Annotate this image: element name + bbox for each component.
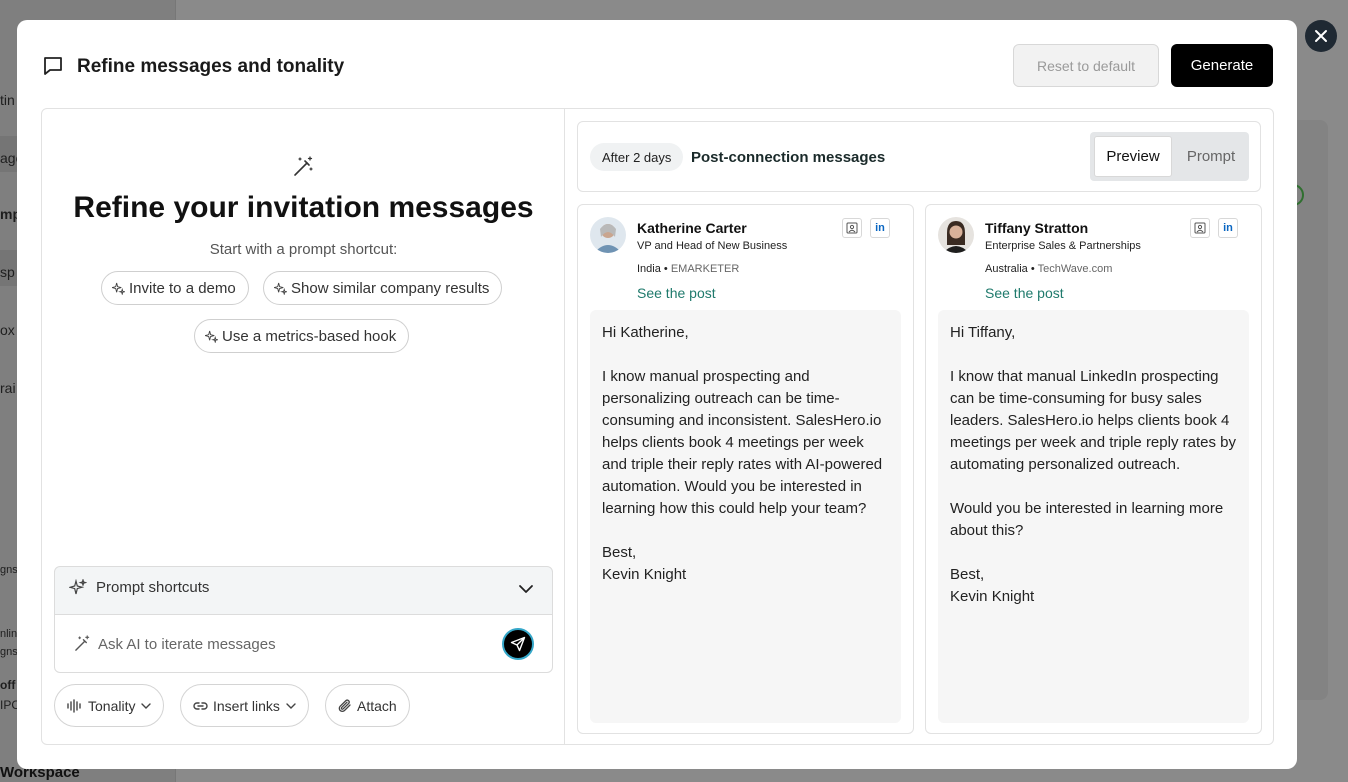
sidebar-fragment: gns xyxy=(0,564,18,576)
separator-dot: • xyxy=(663,263,668,275)
chat-bubble-icon xyxy=(44,57,62,75)
prospect-location: Australia • TechWave.com xyxy=(985,263,1112,275)
sparkle-icon xyxy=(69,579,87,595)
generate-button[interactable]: Generate xyxy=(1171,44,1273,87)
shortcut-chip-invite-demo[interactable]: Invite to a demo xyxy=(101,271,249,305)
reset-to-default-button[interactable]: Reset to default xyxy=(1013,44,1159,87)
prospect-country: India xyxy=(637,263,661,275)
magic-wand-icon xyxy=(294,156,313,176)
linkedin-button[interactable]: in xyxy=(1218,218,1238,238)
message-card: Tiffany Stratton Enterprise Sales & Part… xyxy=(925,204,1262,734)
prospect-role: Enterprise Sales & Partnerships xyxy=(985,240,1141,252)
prospect-role: VP and Head of New Business xyxy=(637,240,788,252)
chip-label: Invite to a demo xyxy=(129,279,236,297)
sidebar-fragment: sp xyxy=(0,264,15,280)
preview-panel: After 2 days Post-connection messages Pr… xyxy=(565,109,1273,744)
view-toggle: Preview Prompt xyxy=(1090,132,1249,181)
sidebar-fragment: gns xyxy=(0,646,18,658)
tonality-label: Tonality xyxy=(88,697,136,714)
prospect-name: Katherine Carter xyxy=(637,220,747,236)
shortcut-chip-metrics-hook[interactable]: Use a metrics-based hook xyxy=(194,319,410,353)
sparkle-icon xyxy=(205,330,218,343)
send-icon xyxy=(510,636,526,652)
contact-card-button[interactable] xyxy=(1190,218,1210,238)
delay-badge: After 2 days xyxy=(590,143,684,171)
sidebar-fragment: tin xyxy=(0,92,15,108)
paperclip-icon xyxy=(338,699,351,713)
waveform-icon xyxy=(67,698,81,713)
chip-label: Show similar company results xyxy=(291,279,490,297)
attach-button[interactable]: Attach xyxy=(325,684,410,727)
message-body[interactable]: Hi Katherine, I know manual prospecting … xyxy=(590,310,901,723)
message-body[interactable]: Hi Tiffany, I know that manual LinkedIn … xyxy=(938,310,1249,723)
see-post-link[interactable]: See the post xyxy=(985,285,1064,301)
contact-card-icon xyxy=(1194,222,1206,234)
tonality-dropdown[interactable]: Tonality xyxy=(54,684,165,727)
send-button[interactable] xyxy=(502,628,534,660)
linkedin-button[interactable]: in xyxy=(870,218,890,238)
close-modal-button[interactable] xyxy=(1305,20,1337,52)
chip-label: Use a metrics-based hook xyxy=(222,327,397,345)
chevron-down-icon xyxy=(519,585,533,593)
close-icon xyxy=(1315,30,1327,42)
sidebar-fragment: rai xyxy=(0,380,16,396)
prompt-panel: Refine your invitation messages Start wi… xyxy=(42,109,565,744)
separator-dot: • xyxy=(1030,263,1035,275)
magic-wand-icon xyxy=(75,635,90,651)
prospect-name: Tiffany Stratton xyxy=(985,220,1089,236)
ask-ai-input[interactable] xyxy=(98,633,478,655)
contact-card-button[interactable] xyxy=(842,218,862,238)
sidebar-fragment: nlin xyxy=(0,628,18,640)
prospect-company: TechWave.com xyxy=(1037,263,1113,275)
modal-header: Refine messages and tonality Reset to de… xyxy=(17,20,1297,108)
sparkle-icon xyxy=(112,282,125,295)
prospect-country: Australia xyxy=(985,263,1028,275)
ask-ai-box xyxy=(54,614,553,673)
avatar xyxy=(938,217,974,253)
sidebar-fragment: ox xyxy=(0,322,15,338)
link-icon xyxy=(193,701,208,710)
message-card: Katherine Carter VP and Head of New Busi… xyxy=(577,204,914,734)
step-header: After 2 days Post-connection messages Pr… xyxy=(577,121,1261,192)
linkedin-icon: in xyxy=(1223,222,1233,234)
sidebar-fragment: off xyxy=(0,678,16,692)
insert-links-label: Insert links xyxy=(213,697,280,714)
insert-links-dropdown[interactable]: Insert links xyxy=(180,684,309,727)
hero-title: Refine your invitation messages xyxy=(73,191,534,224)
modal-title: Refine messages and tonality xyxy=(77,56,345,77)
modal-body: Refine your invitation messages Start wi… xyxy=(41,108,1274,745)
attach-label: Attach xyxy=(357,697,397,714)
prospect-company: EMARKETER xyxy=(670,263,740,275)
chevron-down-icon xyxy=(286,702,296,709)
shortcut-chip-similar-results[interactable]: Show similar company results xyxy=(263,271,503,305)
prospect-location: India • EMARKETER xyxy=(637,263,739,275)
hero-subtitle: Start with a prompt shortcut: xyxy=(209,241,398,258)
sparkle-icon xyxy=(274,282,287,295)
chevron-down-icon xyxy=(141,702,152,709)
prompt-shortcuts-toggle[interactable]: Prompt shortcuts xyxy=(54,566,553,616)
refine-modal: Refine messages and tonality Reset to de… xyxy=(17,20,1297,769)
step-title: Post-connection messages xyxy=(691,149,886,166)
linkedin-icon: in xyxy=(875,222,885,234)
tab-prompt[interactable]: Prompt xyxy=(1176,136,1246,177)
see-post-link[interactable]: See the post xyxy=(637,285,716,301)
avatar xyxy=(590,217,626,253)
prompt-shortcuts-label: Prompt shortcuts xyxy=(96,579,210,596)
contact-card-icon xyxy=(846,222,858,234)
tab-preview[interactable]: Preview xyxy=(1094,136,1172,177)
